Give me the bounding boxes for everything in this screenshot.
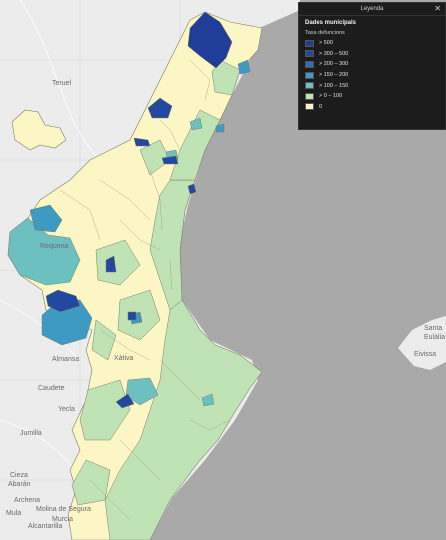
label-eulalia: Eulàlia [424,334,445,341]
legend-classes: > 500 > 300 – 500 > 200 – 300 > 150 – 200 > … [299,38,445,112]
label-yecla: Yecla [58,406,75,413]
legend-item: > 0 – 100 [299,91,445,102]
legend-item: > 100 – 150 [299,80,445,91]
legend-panel: Leyenda ✕ Dades municipals Taxa defuncio… [298,2,446,130]
legend-item: 0 [299,102,445,113]
legend-swatch [305,50,314,58]
legend-swatch [305,71,314,79]
legend-item-label: > 100 – 150 [319,82,349,89]
legend-item-label: > 300 – 500 [319,50,349,57]
legend-swatch [305,92,314,100]
close-icon[interactable]: ✕ [434,3,441,15]
label-santa: Santa [424,325,442,332]
legend-item: > 300 – 500 [299,49,445,60]
label-caudete: Caudete [38,385,65,392]
legend-item: > 200 – 300 [299,59,445,70]
label-alcantarilla: Alcantarilla [28,523,62,530]
label-requena: Requena [40,243,69,250]
label-jumilla: Jumilla [20,430,42,437]
legend-item-label: > 200 – 300 [319,61,349,68]
label-cieza: Cieza [10,472,28,479]
legend-title: Leyenda [360,6,384,12]
legend-item: > 150 – 200 [299,70,445,81]
label-mula: Mula [6,510,21,517]
legend-item-label: > 0 – 100 [319,93,343,100]
legend-item-label: > 150 – 200 [319,72,349,79]
legend-swatch [305,39,314,47]
label-molina: Molina de Segura [36,506,91,513]
legend-item: > 500 [299,38,445,49]
legend-field-title: Taxa defuncions [305,30,345,36]
label-murcia: Murcia [52,516,73,523]
legend-layer-title: Dades municipals [305,20,357,26]
legend-item-label: > 500 [319,40,333,47]
label-teruel: Teruel [52,80,72,87]
label-abaran: Abarán [8,481,31,488]
label-xativa: Xàtiva [114,355,134,362]
legend-item-label: 0 [319,103,323,110]
legend-swatch [305,82,314,90]
legend-swatch [305,103,314,111]
label-ibiza: Eivissa [414,351,436,358]
legend-swatch [305,60,314,68]
label-archena: Archena [14,497,40,504]
legend-header: Leyenda ✕ [299,3,445,16]
label-almansa: Almansa [52,356,79,363]
